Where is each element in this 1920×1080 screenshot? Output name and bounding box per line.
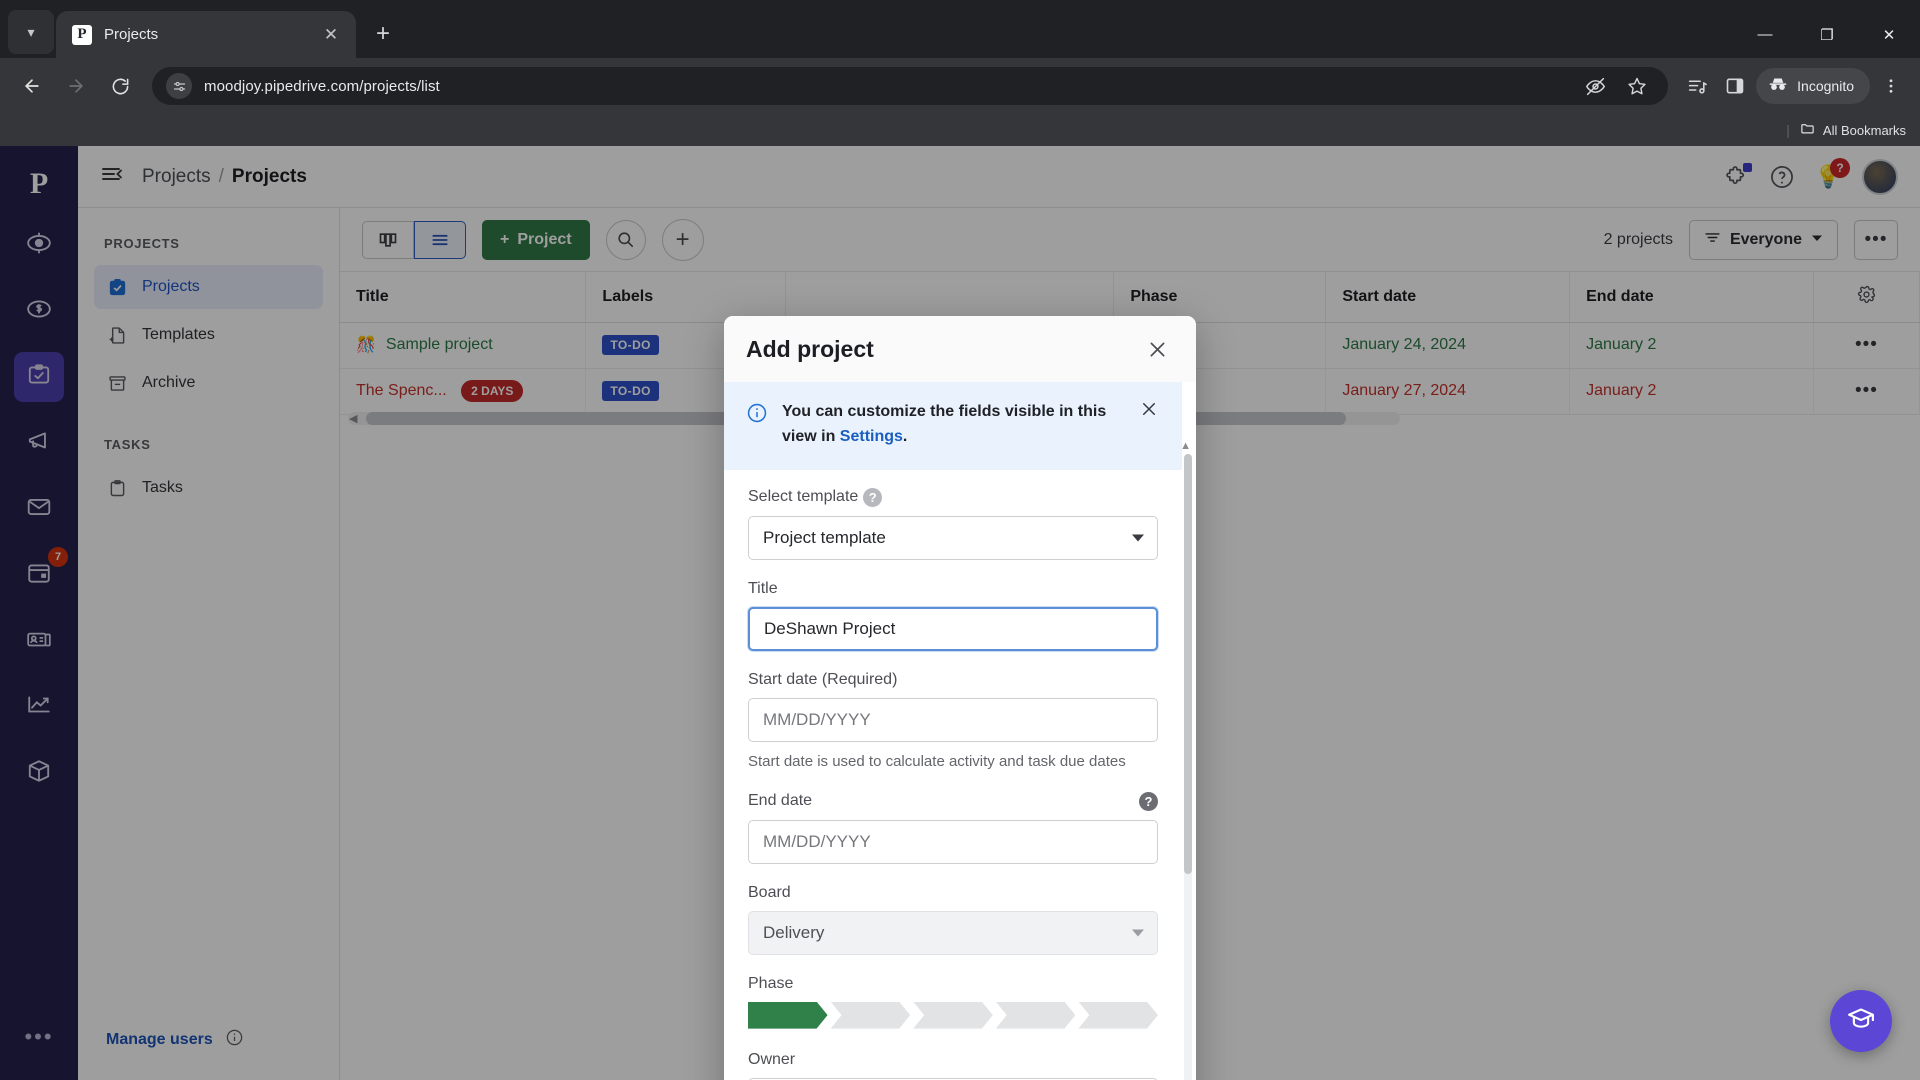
window-close-icon[interactable]: ✕	[1858, 11, 1920, 58]
modal-close-icon[interactable]	[1140, 332, 1174, 366]
title-input[interactable]: DeShawn Project	[748, 606, 1158, 651]
all-bookmarks-button[interactable]: All Bookmarks	[1800, 121, 1906, 139]
all-bookmarks-label: All Bookmarks	[1822, 122, 1906, 138]
learning-center-button[interactable]	[1830, 990, 1892, 1052]
omnibox-actions	[1578, 69, 1660, 103]
board-select[interactable]: Delivery	[748, 910, 1158, 955]
start-date-label: Start date (Required)	[748, 670, 898, 688]
star-icon[interactable]	[1620, 69, 1654, 103]
start-date-hint: Start date is used to calculate activity…	[748, 752, 1126, 770]
tab-close-icon[interactable]: ✕	[318, 22, 344, 48]
phase-label: Phase	[748, 974, 794, 992]
question-mark-icon[interactable]: ?	[863, 487, 883, 507]
incognito-label: Incognito	[1797, 78, 1854, 94]
modal-scrollbar-thumb[interactable]	[1184, 454, 1192, 874]
board-select-wrap: Delivery	[748, 910, 1158, 955]
maximize-icon[interactable]: ❐	[1796, 11, 1858, 58]
field-phase: Phase	[748, 975, 1158, 1029]
forward-arrow-icon[interactable]	[56, 66, 96, 106]
bookmarks-divider: |	[1786, 122, 1790, 138]
template-label: Select template	[748, 488, 859, 506]
info-circle-icon	[746, 402, 768, 450]
incognito-hat-icon	[1768, 75, 1788, 98]
scroll-up-arrow-icon[interactable]: ▲	[1180, 440, 1191, 452]
banner-close-icon[interactable]	[1140, 400, 1158, 450]
chevron-down-icon	[1132, 929, 1144, 937]
tune-icon[interactable]	[166, 73, 192, 99]
tab-favicon-icon: P	[72, 24, 92, 45]
owner-label: Owner	[748, 1050, 796, 1068]
phase-step-1[interactable]	[748, 1002, 828, 1029]
question-mark-icon[interactable]: ?	[1139, 791, 1158, 811]
graduation-cap-icon	[1846, 1004, 1876, 1039]
board-label: Board	[748, 883, 791, 901]
web-page: P 7 ••• Projects / Projects 💡 ? PROJECTS…	[0, 146, 1920, 1080]
add-project-form: Select template ? Project template Title…	[724, 470, 1182, 1080]
reading-list-icon[interactable]	[1680, 69, 1714, 103]
kebab-menu-icon[interactable]	[1874, 69, 1908, 103]
browser-tab[interactable]: P Projects ✕	[56, 11, 356, 58]
start-date-input[interactable]: MM/DD/YYYY	[748, 697, 1158, 742]
modal-body: You can customize the fields visible in …	[724, 382, 1196, 1080]
template-select[interactable]: Project template	[748, 515, 1158, 560]
template-select-wrap: Project template	[748, 515, 1158, 560]
modal-scrollbar[interactable]: ▲ ▼	[1180, 440, 1192, 1080]
field-owner: Owner	[748, 1051, 1158, 1080]
banner-text-after: .	[902, 427, 908, 445]
browser-toolbar: moodjoy.pipedrive.com/projects/list Inco…	[0, 58, 1920, 114]
incognito-indicator[interactable]: Incognito	[1756, 68, 1870, 104]
end-date-label-row: End date ?	[748, 791, 1158, 811]
field-start-date: Start date (Required) MM/DD/YYYY	[748, 671, 1158, 742]
phase-step-3[interactable]	[913, 1002, 993, 1029]
end-date-input[interactable]: MM/DD/YYYY	[748, 819, 1158, 864]
field-end-date: End date ? MM/DD/YYYY	[748, 791, 1158, 864]
tab-title: Projects	[104, 26, 159, 43]
browser-window: ▾ P Projects ✕ + — ❐ ✕ moodjoy.pipedrive…	[0, 0, 1920, 1080]
modal-scrollbar-track[interactable]	[1184, 454, 1192, 1080]
chevron-down-icon	[1132, 534, 1144, 542]
bookmarks-bar: | All Bookmarks	[0, 114, 1920, 146]
template-label-row: Select template ?	[748, 487, 1158, 507]
folder-icon	[1800, 121, 1815, 139]
tab-strip: ▾ P Projects ✕ + — ❐ ✕	[0, 0, 1920, 58]
back-arrow-icon[interactable]	[12, 66, 52, 106]
eye-off-icon[interactable]	[1578, 69, 1612, 103]
new-tab-button[interactable]: +	[364, 15, 402, 53]
info-banner: You can customize the fields visible in …	[724, 382, 1182, 470]
minimize-icon[interactable]: —	[1734, 11, 1796, 58]
end-date-label: End date	[748, 792, 813, 810]
title-label: Title	[748, 579, 778, 597]
side-panel-icon[interactable]	[1718, 69, 1752, 103]
phase-step-2[interactable]	[831, 1002, 911, 1029]
tab-search-icon[interactable]: ▾	[8, 10, 54, 54]
field-select-template: Select template ? Project template	[748, 487, 1158, 560]
phase-stepper[interactable]	[748, 1002, 1158, 1029]
modal-title: Add project	[746, 335, 874, 362]
address-bar[interactable]: moodjoy.pipedrive.com/projects/list	[152, 67, 1669, 105]
banner-text-before: You can customize the fields visible in …	[782, 403, 1107, 445]
field-title: Title DeShawn Project	[748, 580, 1158, 651]
url-text: moodjoy.pipedrive.com/projects/list	[204, 77, 440, 95]
phase-step-5[interactable]	[1078, 1002, 1158, 1029]
phase-step-4[interactable]	[996, 1002, 1076, 1029]
settings-link[interactable]: Settings	[840, 428, 903, 445]
field-board: Board Delivery	[748, 884, 1158, 955]
window-controls: — ❐ ✕	[1734, 11, 1920, 58]
reload-icon[interactable]	[100, 66, 140, 106]
info-banner-text: You can customize the fields visible in …	[782, 400, 1126, 450]
add-project-modal: Add project You can customize the fields…	[724, 316, 1196, 1080]
modal-header: Add project	[724, 316, 1196, 382]
